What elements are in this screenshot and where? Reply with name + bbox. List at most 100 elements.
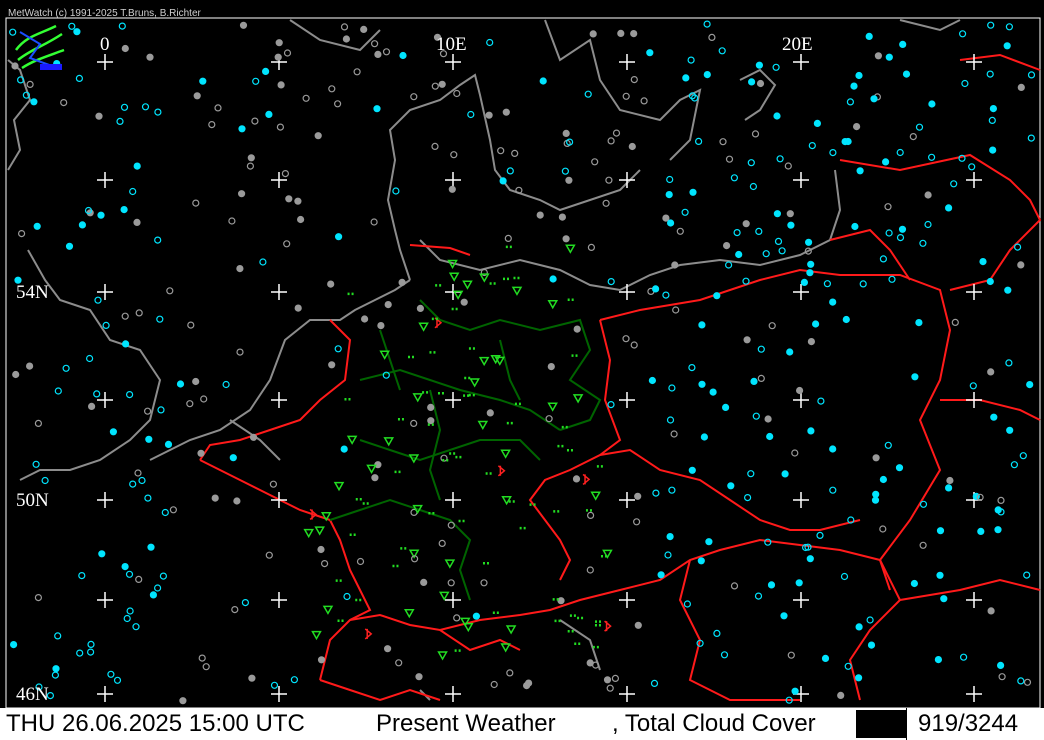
station-symbol[interactable] (427, 417, 435, 425)
station-symbol[interactable] (837, 691, 845, 700)
station-symbol[interactable] (52, 665, 60, 673)
station-symbol[interactable] (885, 53, 893, 61)
station-symbol[interactable] (662, 214, 670, 222)
station-symbol[interactable] (193, 92, 201, 100)
station-symbol[interactable] (120, 206, 128, 214)
station-symbol[interactable] (700, 433, 709, 441)
station-symbol[interactable] (557, 597, 565, 605)
station-symbol[interactable] (78, 221, 87, 229)
station-symbol[interactable] (743, 336, 751, 344)
station-symbol[interactable] (342, 35, 350, 43)
station-symbol[interactable] (989, 146, 997, 154)
station-symbol[interactable] (990, 413, 998, 421)
station-symbol[interactable] (682, 74, 690, 82)
station-symbol[interactable] (902, 70, 911, 78)
station-symbol[interactable] (549, 275, 557, 283)
station-symbol[interactable] (665, 191, 673, 199)
station-symbol[interactable] (1004, 286, 1012, 294)
station-symbol[interactable] (384, 645, 392, 653)
station-symbol[interactable] (133, 162, 141, 170)
station-symbol[interactable] (121, 340, 130, 348)
station-symbol[interactable] (1006, 426, 1014, 434)
station-symbol[interactable] (603, 676, 612, 684)
station-symbol[interactable] (755, 61, 764, 69)
station-symbol[interactable] (327, 280, 335, 288)
station-symbol[interactable] (634, 621, 642, 629)
station-symbol[interactable] (994, 526, 1002, 534)
station-symbol[interactable] (766, 432, 774, 441)
station-symbol[interactable] (911, 373, 919, 381)
station-symbol[interactable] (871, 496, 880, 504)
station-symbol[interactable] (415, 673, 423, 681)
station-symbol[interactable] (314, 132, 322, 140)
station-symbol[interactable] (340, 445, 348, 453)
station-symbol[interactable] (630, 29, 638, 38)
station-symbol[interactable] (786, 210, 794, 218)
station-symbol[interactable] (895, 464, 904, 472)
station-symbol[interactable] (750, 377, 758, 385)
station-symbol[interactable] (979, 258, 987, 266)
station-symbol[interactable] (689, 188, 697, 196)
station-symbol[interactable] (872, 490, 880, 498)
station-symbol[interactable] (377, 322, 385, 330)
station-symbol[interactable] (539, 77, 547, 85)
station-symbol[interactable] (274, 53, 282, 61)
station-symbol[interactable] (229, 454, 237, 462)
station-symbol[interactable] (994, 506, 1002, 514)
station-symbol[interactable] (547, 363, 555, 371)
station-symbol[interactable] (867, 641, 876, 649)
station-symbol[interactable] (928, 100, 936, 108)
station-symbol[interactable] (811, 320, 820, 328)
station-symbol[interactable] (865, 32, 873, 41)
station-symbol[interactable] (562, 235, 570, 243)
station-symbol[interactable] (934, 655, 943, 664)
station-symbol[interactable] (697, 557, 705, 565)
station-symbol[interactable] (149, 591, 157, 599)
station-symbol[interactable] (646, 49, 654, 57)
station-symbol[interactable] (416, 304, 424, 312)
station-symbol[interactable] (371, 474, 379, 482)
station-symbol[interactable] (328, 361, 336, 369)
station-symbol[interactable] (179, 697, 187, 705)
station-symbol[interactable] (277, 81, 285, 89)
station-symbol[interactable] (727, 482, 735, 490)
station-symbol[interactable] (87, 402, 96, 410)
station-symbol[interactable] (373, 105, 381, 113)
station-symbol[interactable] (786, 348, 794, 356)
station-symbol[interactable] (874, 52, 883, 60)
station-symbol[interactable] (335, 233, 343, 241)
station-symbol[interactable] (573, 325, 581, 333)
station-symbol[interactable] (910, 579, 919, 588)
station-symbol[interactable] (841, 138, 849, 146)
station-symbol[interactable] (460, 298, 468, 306)
station-symbol[interactable] (12, 370, 20, 379)
station-symbol[interactable] (946, 476, 954, 485)
station-symbol[interactable] (427, 403, 435, 411)
station-symbol[interactable] (398, 278, 406, 286)
station-symbol[interactable] (721, 403, 730, 411)
station-symbol[interactable] (756, 79, 765, 88)
station-symbol[interactable] (486, 409, 494, 417)
station-symbol[interactable] (236, 265, 244, 273)
station-symbol[interactable] (829, 298, 837, 306)
station-symbol[interactable] (262, 67, 270, 76)
station-symbol[interactable] (648, 376, 657, 385)
station-symbol[interactable] (657, 571, 665, 579)
station-symbol[interactable] (879, 475, 888, 484)
station-symbol[interactable] (742, 220, 750, 228)
station-symbol[interactable] (881, 158, 890, 166)
station-symbol[interactable] (1017, 261, 1025, 269)
station-symbol[interactable] (795, 386, 804, 395)
station-symbol[interactable] (651, 285, 660, 293)
station-symbol[interactable] (97, 211, 105, 219)
station-symbol[interactable] (987, 607, 995, 615)
station-symbol[interactable] (65, 242, 74, 250)
station-symbol[interactable] (986, 277, 994, 286)
station-symbol[interactable] (747, 78, 756, 86)
station-symbol[interactable] (164, 440, 173, 448)
station-symbol[interactable] (773, 112, 781, 120)
station-symbol[interactable] (855, 623, 863, 631)
station-symbol[interactable] (26, 362, 34, 370)
station-symbol[interactable] (562, 129, 570, 137)
station-symbol[interactable] (448, 185, 456, 193)
